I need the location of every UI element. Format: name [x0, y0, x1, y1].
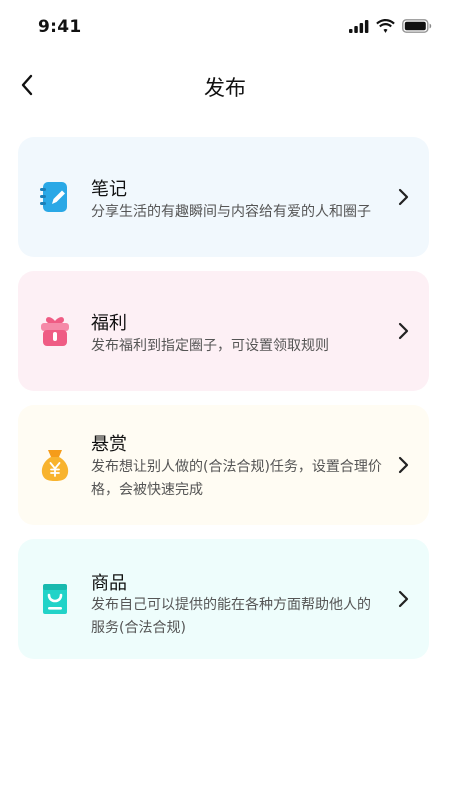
publish-welfare-card[interactable]: 福利 发布福利到指定圈子，可设置领取规则: [18, 271, 429, 391]
publish-note-card[interactable]: 笔记 分享生活的有趣瞬间与内容给有爱的人和圈子: [18, 137, 429, 257]
battery-icon: [402, 19, 432, 33]
card-description: 分享生活的有趣瞬间与内容给有爱的人和圈子: [91, 204, 371, 220]
publish-goods-card[interactable]: 商品 发布自己可以提供的能在各种方面帮助他人的服务(合法合规): [18, 539, 429, 659]
chevron-right-icon: [398, 188, 409, 206]
wifi-icon: [376, 19, 395, 33]
status-bar: 9:41: [0, 0, 450, 56]
status-icons: [349, 19, 432, 33]
card-description: 发布福利到指定圈子，可设置领取规则: [91, 338, 329, 354]
publish-bounty-card[interactable]: 悬赏 发布想让别人做的(合法合规)任务，设置合理价格，会被快速完成: [18, 405, 429, 525]
status-time: 9:41: [38, 17, 82, 37]
nav-bar: 发布: [0, 56, 450, 116]
chevron-right-icon: [398, 322, 409, 340]
gift-box-icon: [41, 317, 69, 346]
card-title: 福利: [91, 313, 127, 334]
card-title: 笔记: [91, 179, 127, 200]
shopping-bag-icon: [43, 584, 67, 614]
card-title: 商品: [91, 573, 127, 594]
page-title: 发布: [204, 76, 246, 100]
notebook-pen-icon: [40, 182, 67, 212]
card-title: 悬赏: [91, 434, 127, 455]
signal-icon: [349, 19, 369, 33]
card-description: 发布自己可以提供的能在各种方面帮助他人的服务(合法合规): [91, 597, 371, 636]
chevron-right-icon: [398, 590, 409, 608]
card-description: 发布想让别人做的(合法合规)任务，设置合理价格，会被快速完成: [91, 459, 382, 498]
chevron-right-icon: [398, 456, 409, 474]
money-bag-icon: [41, 450, 69, 481]
